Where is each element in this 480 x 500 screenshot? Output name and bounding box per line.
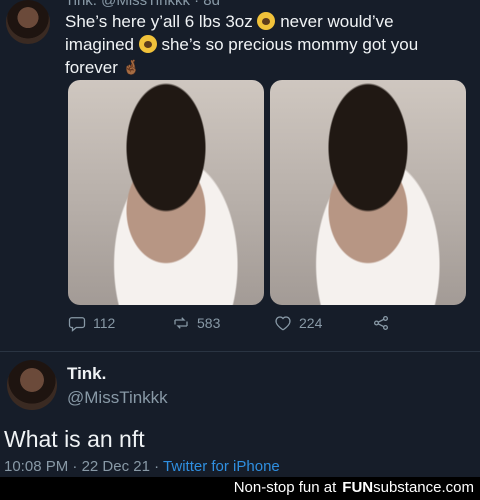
reply-button[interactable]: 112 — [68, 314, 115, 332]
meta-separator: · — [72, 458, 78, 475]
retweet-count: 583 — [197, 315, 221, 331]
tweet-line1b: never would’ve — [280, 12, 394, 31]
tweet-line1a: She’s here y’all 6 lbs 3oz — [65, 12, 253, 31]
tweet-meta: 10:08 PM · 22 Dec 21 · Twitter for iPhon… — [4, 458, 280, 475]
header-line: Tink. @MissTinkkk · 8d — [65, 0, 220, 9]
display-name[interactable]: Tink. — [67, 364, 106, 384]
avatar[interactable] — [6, 0, 50, 44]
watermark-text: Non-stop fun at — [233, 479, 337, 496]
tweet-line3: forever — [65, 58, 118, 77]
reply-count: 112 — [93, 315, 116, 331]
tweet-action-bar: 112 583 224 — [68, 314, 466, 338]
shocked-face-icon — [257, 12, 276, 30]
reply-text: What is an nft — [4, 426, 145, 452]
brand-rest: substance.com — [373, 479, 474, 496]
retweet-icon — [174, 317, 188, 329]
tweet-date: 22 Dec 21 — [81, 458, 150, 475]
divider — [0, 351, 480, 352]
watermark: Non-stop fun at FUNsubstance.com — [234, 479, 474, 496]
like-button[interactable]: 224 — [274, 314, 322, 332]
crossed-fingers-icon: 🤞🏾 — [122, 59, 141, 75]
tweet-line2a: imagined — [65, 35, 134, 54]
meta-separator: · — [154, 458, 160, 475]
user-handle[interactable]: @MissTinkkk — [67, 388, 168, 408]
shocked-face-icon — [138, 35, 157, 53]
share-icon — [373, 315, 389, 331]
newborn-photo-left[interactable] — [68, 80, 264, 305]
reply-avatar[interactable] — [7, 360, 57, 410]
newborn-photo-right[interactable] — [270, 80, 466, 305]
like-count: 224 — [299, 315, 323, 331]
share-button[interactable] — [372, 314, 390, 332]
tweet-time: 10:08 PM — [4, 458, 69, 475]
header-truncated-text: Tink. @MissTinkkk · 8d — [65, 0, 220, 9]
watermark-bar: Non-stop fun at FUNsubstance.com — [0, 477, 480, 500]
heart-icon — [275, 316, 291, 331]
reply-icon — [68, 317, 86, 332]
tweet-text: She’s here y’all 6 lbs 3oz never would’v… — [65, 10, 470, 79]
retweet-button[interactable]: 583 — [172, 314, 220, 332]
tweet-line2b: she’s so precious mommy got you — [161, 35, 419, 54]
brand-fun: FUN — [342, 479, 374, 496]
tweet-source-link[interactable]: Twitter for iPhone — [163, 458, 280, 475]
